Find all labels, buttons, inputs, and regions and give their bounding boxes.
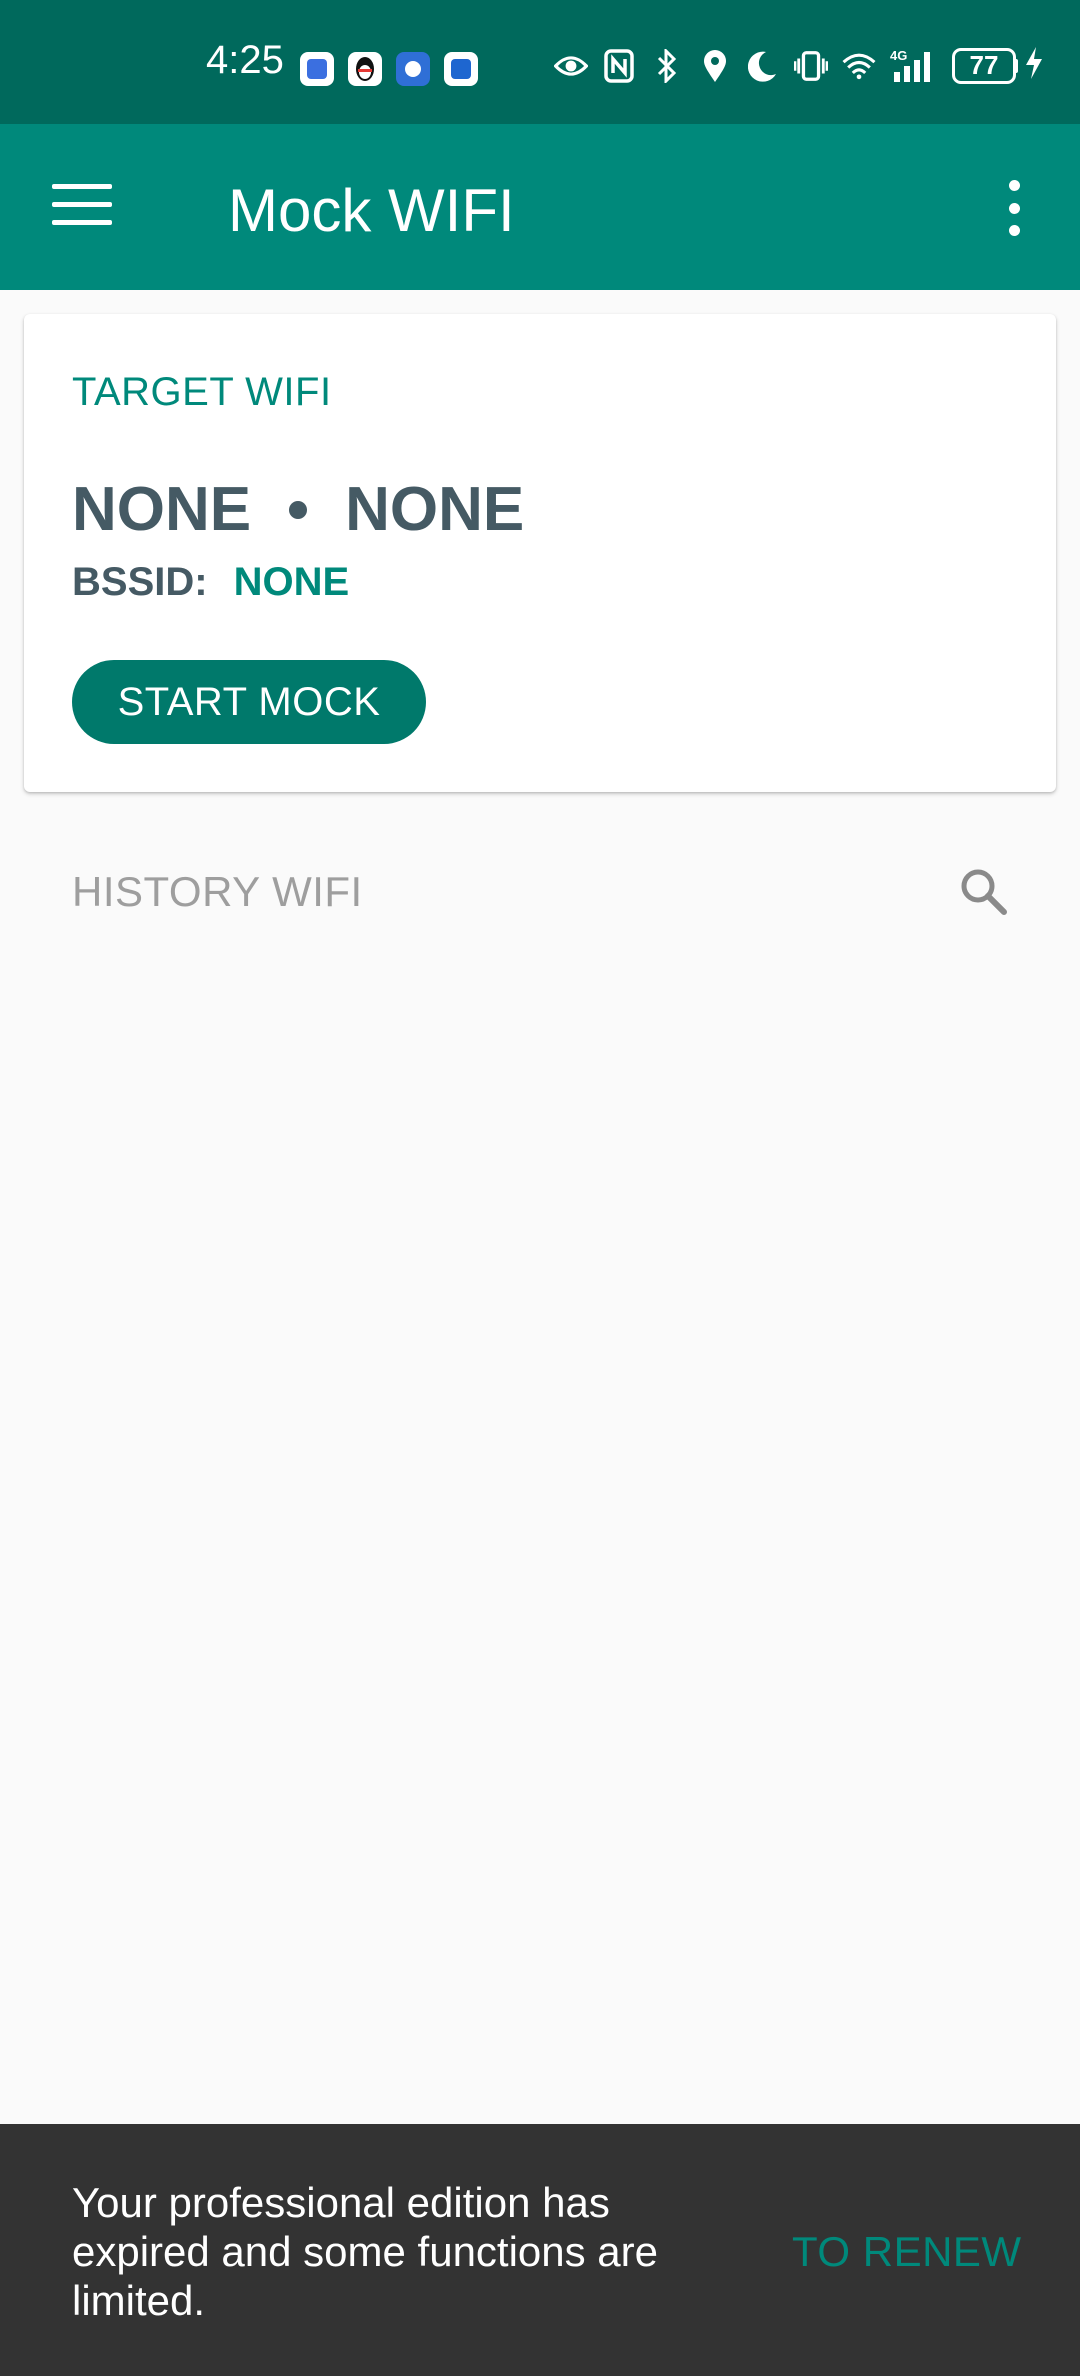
cellular-4g-icon: 4G — [890, 47, 938, 85]
battery-indicator: 77 — [952, 46, 1044, 85]
separator-dot — [289, 500, 308, 519]
system-icons: 4G 77 — [554, 46, 1044, 85]
more-vert-icon — [1008, 180, 1020, 191]
overflow-menu-button[interactable] — [1004, 180, 1024, 236]
target-wifi-label: TARGET WIFI — [72, 370, 332, 414]
search-icon — [961, 869, 1007, 915]
history-list — [0, 950, 1080, 2120]
network-type-label: 4G — [890, 48, 907, 63]
history-wifi-label: HISTORY WIFI — [72, 868, 363, 915]
bssid-label: BSSID: — [72, 560, 208, 604]
renew-button[interactable]: TO RENEW — [792, 2228, 1022, 2276]
snackbar-message: Your professional edition has expired an… — [72, 2179, 659, 2324]
bssid-row: BSSID: NONE — [72, 560, 349, 605]
status-time: 4:25 — [206, 38, 284, 82]
snackbar: Your professional edition has expired an… — [0, 2124, 1080, 2376]
target-wifi-card: TARGET WIFI NONE NONE BSSID: NONE START … — [24, 314, 1056, 792]
vibrate-icon — [794, 47, 828, 85]
battery-tip — [1014, 58, 1018, 73]
app-title: Mock WIFI — [228, 177, 515, 244]
bluetooth-icon — [650, 47, 684, 85]
app-bar: Mock WIFI — [0, 124, 1080, 290]
hamburger-menu-icon — [52, 184, 112, 189]
start-mock-button[interactable]: START MOCK — [72, 660, 426, 744]
wifi-icon — [842, 47, 876, 85]
navigation-menu-button[interactable] — [52, 184, 112, 230]
eye-icon — [554, 47, 588, 85]
bssid-value: NONE — [233, 560, 350, 604]
target-ssid: NONE — [72, 475, 252, 544]
charging-bolt-icon — [1024, 46, 1044, 85]
notification-icons — [300, 52, 478, 86]
qq-penguin-icon — [348, 52, 382, 86]
status-bar: 4:25 4G 77 — [0, 0, 1080, 124]
mail-app-icon — [444, 52, 478, 86]
target-ssid-row: NONE NONE — [72, 474, 524, 545]
browser-app-icon — [396, 52, 430, 86]
do-not-disturb-moon-icon — [746, 47, 780, 85]
history-search-button[interactable] — [956, 864, 1012, 920]
target-security: NONE — [345, 475, 525, 544]
nfc-icon — [602, 47, 636, 85]
battery-level: 77 — [952, 47, 1016, 84]
location-icon — [698, 47, 732, 85]
shield-app-icon — [300, 52, 334, 86]
